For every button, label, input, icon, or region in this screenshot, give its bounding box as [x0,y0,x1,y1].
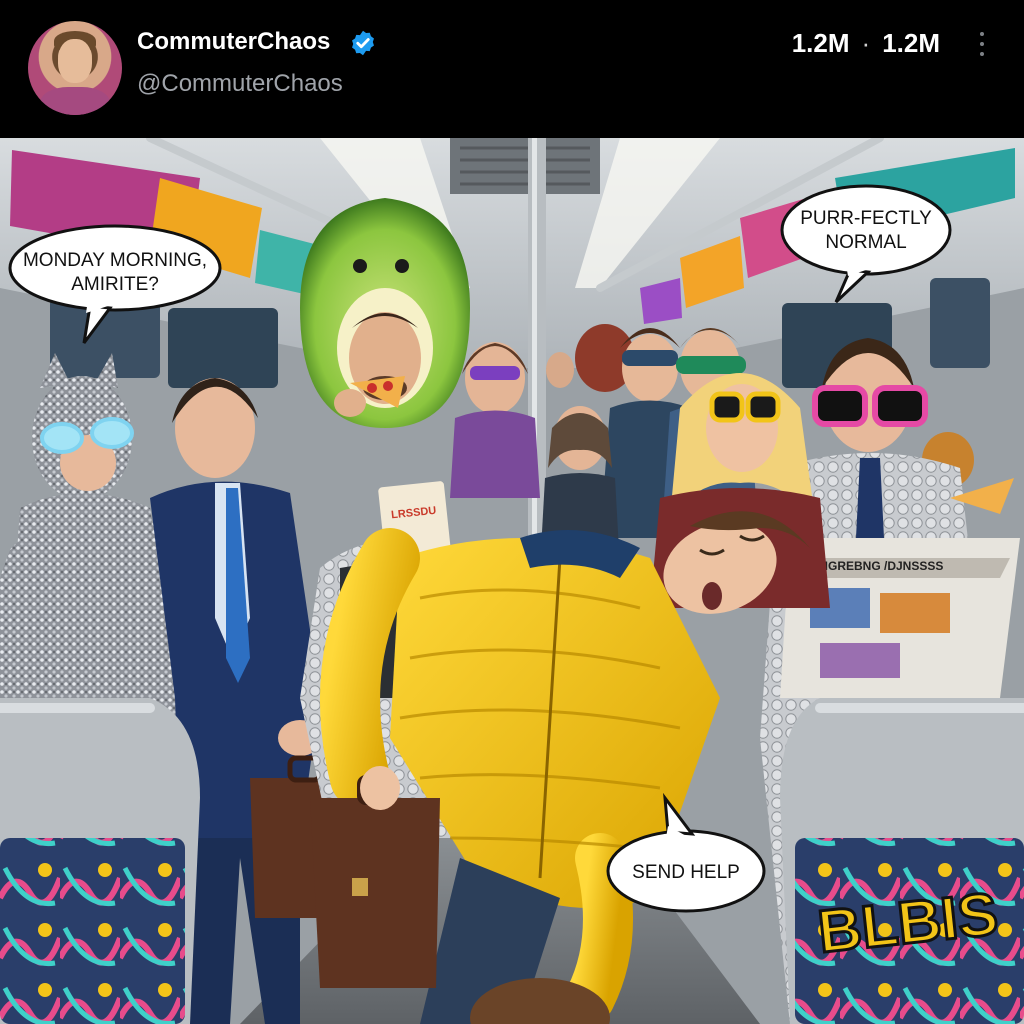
newspaper-headline: EIGREBNG /DJNSSSS [817,559,944,573]
post-stats: 1.2M · 1.2M [792,28,940,59]
subway-scene: LRSSDU EIGREBNG /DJNSSSS BLBIS MONDAY MO… [0,138,1024,1024]
bubble-send-help-text: SEND HELP [632,862,740,883]
avatar[interactable] [28,21,122,115]
bubble-monday-line1: MONDAY MORNING, [23,250,207,271]
stat-count-1[interactable]: 1.2M [792,28,850,59]
bubble-purr-line1: PURR-FECTLY [800,208,932,229]
avatar-face [58,39,92,83]
verified-badge-icon [352,30,374,56]
user-handle[interactable]: @CommuterChaos [137,70,343,98]
avatar-shirt [40,87,110,115]
bubble-monday-line2: AMIRITE? [71,274,159,295]
stat-separator: · [861,28,871,58]
stat-count-2[interactable]: 1.2M [882,28,940,59]
post-header: CommuterChaos @CommuterChaos 1.2M · 1.2M [0,0,1024,138]
post-image[interactable]: LRSSDU EIGREBNG /DJNSSSS BLBIS MONDAY MO… [0,138,1024,1024]
display-name[interactable]: CommuterChaos [137,28,330,56]
more-options-icon[interactable] [975,30,989,58]
bubble-purr-line2: NORMAL [825,232,906,253]
